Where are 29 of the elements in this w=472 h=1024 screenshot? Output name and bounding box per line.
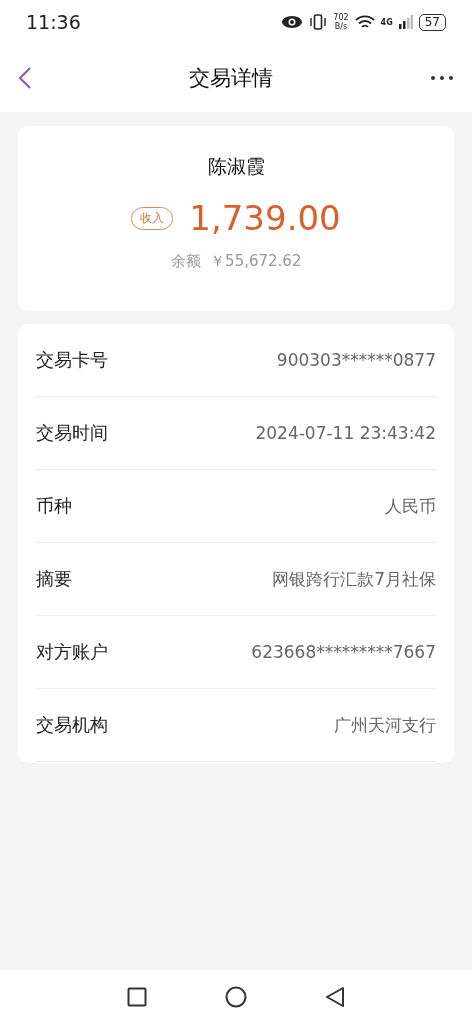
detail-label: 交易时间 [36,421,108,445]
speed-value: 702 [333,13,349,22]
home-icon[interactable] [225,986,247,1008]
detail-value: 广州天河支行 [334,713,436,737]
vibrate-icon [309,14,328,30]
page-title: 交易详情 [189,65,273,92]
amount: 1,739.00 [189,198,341,238]
signal-icon [398,15,413,29]
detail-label: 对方账户 [36,640,108,664]
payer-name: 陈淑霞 [207,154,265,179]
wifi-icon [354,14,375,30]
detail-label: 交易卡号 [36,348,108,372]
detail-label: 币种 [36,494,72,518]
eye-icon [281,15,304,29]
detail-value: 网银跨行汇款7月社保 [272,567,436,591]
speed-unit: B/s [333,22,349,31]
detail-label: 摘要 [36,567,72,591]
detail-value: 900303******0877 [276,350,436,370]
balance: 余额 ￥55,672.62 [170,252,302,271]
detail-value: 2024-07-11 23:43:42 [255,423,436,443]
more-icon[interactable] [430,75,454,81]
detail-value: 人民币 [385,494,436,518]
status-time: 11:36 [26,11,81,33]
network-type: 4G [380,17,393,27]
detail-value: 623668*********7667 [251,642,436,662]
detail-label: 交易机构 [36,713,108,737]
back-icon[interactable] [325,986,345,1008]
recents-icon[interactable] [127,987,147,1007]
battery-level: 57 [418,13,446,31]
